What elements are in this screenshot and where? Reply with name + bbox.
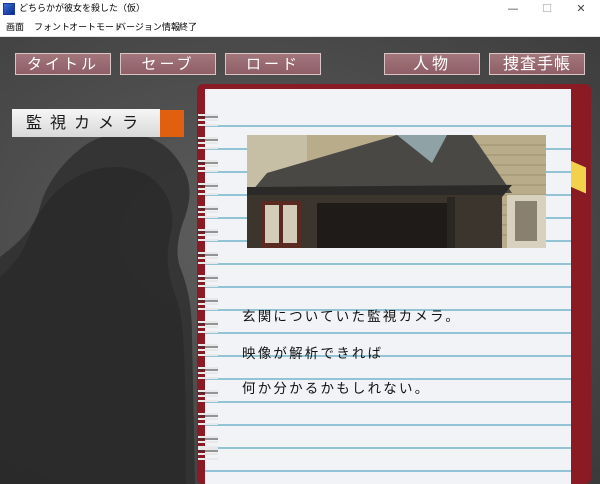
maximize-icon[interactable]: ☐ [532, 0, 562, 20]
menu-item-auto-mode[interactable]: オートモード [69, 22, 123, 34]
clue-description-line-1: 玄関についていた監視カメラ。 [242, 309, 462, 325]
minimize-icon[interactable]: — [498, 0, 528, 20]
clue-description-line-2: 映像が解析できれば [242, 346, 384, 362]
menu-item-exit[interactable]: 終了 [179, 22, 197, 34]
app-icon [3, 3, 15, 15]
menubar: 画面 フォント オートモード バージョン情報 終了 [0, 20, 600, 37]
window-title: どちらかが彼女を殺した（仮） [19, 4, 146, 14]
close-icon[interactable]: ✕ [566, 0, 596, 20]
clue-photo [247, 135, 546, 248]
menu-item-font[interactable]: フォント [34, 22, 70, 34]
menu-item-screen[interactable]: 画面 [6, 22, 24, 34]
spiral-binding [198, 114, 218, 460]
window-titlebar: どちらかが彼女を殺した（仮） — ☐ ✕ [0, 0, 600, 20]
clue-description-line-3: 何か分かるかもしれない。 [242, 381, 431, 397]
game-screen: タイトル セーブ ロード 人物 捜査手帳 監視カメラ 玄関についていた監視カメラ… [0, 37, 600, 484]
menu-item-version-info[interactable]: バージョン情報 [117, 22, 180, 34]
